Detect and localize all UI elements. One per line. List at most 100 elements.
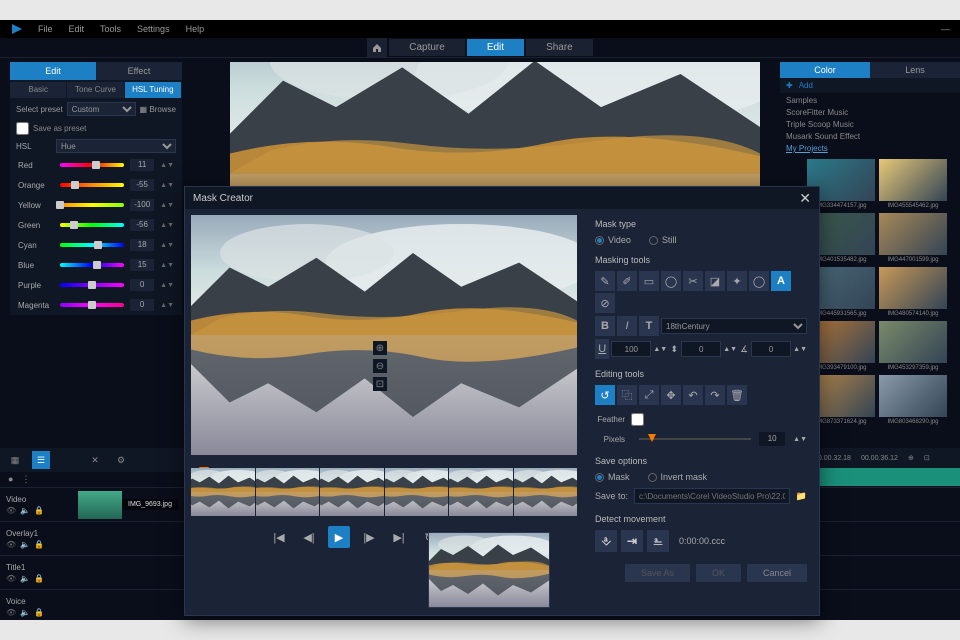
save-as-button[interactable]: Save As [625, 564, 690, 582]
menu-tools[interactable]: Tools [92, 24, 129, 34]
storyboard-icon[interactable]: ▦ [6, 451, 24, 469]
prev-clip-icon[interactable]: |◀ [268, 526, 290, 548]
mixer-icon[interactable]: ⚙ [112, 451, 130, 469]
track-lock-icon[interactable]: 🔒 [34, 540, 44, 549]
slider-blue[interactable] [60, 263, 124, 267]
track-mute-icon[interactable]: 🔈 [20, 506, 30, 515]
preset-select[interactable]: Custom [67, 102, 136, 116]
folder-item[interactable]: ScoreFitter Music [786, 107, 954, 119]
tool-rect[interactable]: ▭ [639, 271, 659, 291]
track-lock-icon[interactable]: 🔒 [34, 506, 44, 515]
tools-icon[interactable]: ✕ [86, 451, 104, 469]
tool-lasso[interactable]: ◯ [749, 271, 769, 291]
library-thumb[interactable]: IMG803468290.jpg [879, 375, 947, 425]
leading-input[interactable] [681, 341, 721, 357]
close-icon[interactable]: ✕ [799, 190, 811, 207]
slider-yellow[interactable] [60, 203, 124, 207]
tool-delete[interactable]: 🗑 [727, 385, 747, 405]
mode-effect[interactable]: Effect [96, 62, 182, 80]
library-thumb[interactable]: IMG453297359.jpg [879, 321, 947, 371]
folder-item[interactable]: Triple Scoop Music [786, 119, 954, 131]
next-frame-icon[interactable]: |▶ [358, 526, 380, 548]
tab-capture[interactable]: Capture [389, 39, 465, 56]
track-mute-icon[interactable]: 🔈 [20, 608, 30, 617]
zoom-out-icon[interactable]: ⊖ [373, 359, 387, 373]
add-label[interactable]: Add [799, 81, 813, 90]
prev-frame-icon[interactable]: ◀| [298, 526, 320, 548]
zoom-fit-icon[interactable]: ⊡ [373, 377, 387, 391]
next-clip-icon[interactable]: ▶| [388, 526, 410, 548]
mask-thumbnail[interactable] [428, 532, 550, 608]
font-select[interactable]: 18thCentury [661, 318, 807, 334]
ok-button[interactable]: OK [696, 564, 741, 582]
mode-edit[interactable]: Edit [10, 62, 96, 80]
menu-help[interactable]: Help [178, 24, 213, 34]
fit-icon[interactable]: ⊡ [924, 454, 930, 462]
subtab-tone-curve[interactable]: Tone Curve [67, 82, 123, 98]
tool-brush[interactable]: ✎ [595, 271, 615, 291]
angle-input[interactable] [751, 341, 791, 357]
tab-edit[interactable]: Edit [467, 39, 524, 56]
slider-red[interactable] [60, 163, 124, 167]
tool-scale[interactable]: ⤢ [639, 385, 659, 405]
add-icon[interactable]: ✚ [786, 81, 793, 90]
bold-button[interactable]: B [595, 316, 615, 336]
detect-end-button[interactable]: ⎁ [647, 530, 669, 552]
library-tab-color[interactable]: Color [780, 62, 870, 78]
track-visible-icon[interactable]: 👁 [6, 506, 16, 515]
feather-checkbox[interactable] [631, 413, 644, 426]
track-mute-icon[interactable]: 🔈 [20, 540, 30, 549]
mask-type-still[interactable]: Still [649, 235, 677, 245]
mask-viewer[interactable] [191, 215, 577, 455]
library-thumb[interactable]: IMG447001599.jpg [879, 213, 947, 263]
zoom-in-icon[interactable]: ⊕ [373, 341, 387, 355]
tool-smart[interactable]: ✐ [617, 271, 637, 291]
browse-folder-icon[interactable]: 📁 [796, 491, 807, 502]
folder-item[interactable]: My Projects [786, 143, 954, 155]
folder-item[interactable]: Musark Sound Effect [786, 131, 954, 143]
menu-file[interactable]: File [30, 24, 61, 34]
subtab-hsl-tuning[interactable]: HSL Tuning [125, 82, 181, 98]
save-opt-invert[interactable]: Invert mask [648, 472, 708, 482]
tl-opts-icon[interactable]: ⋮ [21, 474, 30, 485]
folder-item[interactable]: Samples [786, 95, 954, 107]
cancel-button[interactable]: Cancel [747, 564, 807, 582]
underline-button[interactable]: U [595, 339, 609, 359]
tool-magic[interactable]: ✦ [727, 271, 747, 291]
library-tab-lens[interactable]: Lens [870, 62, 960, 78]
detect-next-button[interactable]: ⇥ [621, 530, 643, 552]
track-lock-icon[interactable]: 🔒 [34, 608, 44, 617]
save-preset-checkbox[interactable] [16, 122, 29, 135]
tool-text[interactable]: A [771, 271, 791, 291]
font-size-input[interactable] [611, 341, 651, 357]
track-visible-icon[interactable]: 👁 [6, 608, 16, 617]
library-thumb[interactable]: IMG480574140.jpg [879, 267, 947, 317]
tool-clear[interactable]: ⊘ [595, 293, 615, 313]
menu-settings[interactable]: Settings [129, 24, 178, 34]
slider-cyan[interactable] [60, 243, 124, 247]
slider-purple[interactable] [60, 283, 124, 287]
browse-button[interactable]: ▦ Browse [140, 105, 176, 114]
record-icon[interactable]: ● [8, 474, 13, 485]
zoom-in-icon[interactable]: ⊕ [908, 454, 914, 462]
pixels-slider[interactable] [639, 438, 751, 440]
timeline-icon[interactable]: ☰ [32, 451, 50, 469]
library-thumb[interactable]: IMG455545462.jpg [879, 159, 947, 209]
slider-orange[interactable] [60, 183, 124, 187]
track-visible-icon[interactable]: 👁 [6, 574, 16, 583]
timeline-clip[interactable]: IMG_9693.jpg [78, 491, 178, 519]
filmstrip[interactable] [191, 468, 577, 516]
tab-share[interactable]: Share [526, 39, 593, 56]
play-button[interactable]: ▶ [328, 526, 350, 548]
tool-copy[interactable]: ⿻ [617, 385, 637, 405]
slider-green[interactable] [60, 223, 124, 227]
home-button[interactable] [367, 38, 387, 58]
mask-type-video[interactable]: Video [595, 235, 631, 245]
slider-magenta[interactable] [60, 303, 124, 307]
text-tool-t[interactable]: T [639, 316, 659, 336]
italic-button[interactable]: I [617, 316, 637, 336]
tool-ellipse[interactable]: ◯ [661, 271, 681, 291]
tool-move[interactable]: ↺ [595, 385, 615, 405]
tool-eraser[interactable]: ◪ [705, 271, 725, 291]
track-mute-icon[interactable]: 🔈 [20, 574, 30, 583]
